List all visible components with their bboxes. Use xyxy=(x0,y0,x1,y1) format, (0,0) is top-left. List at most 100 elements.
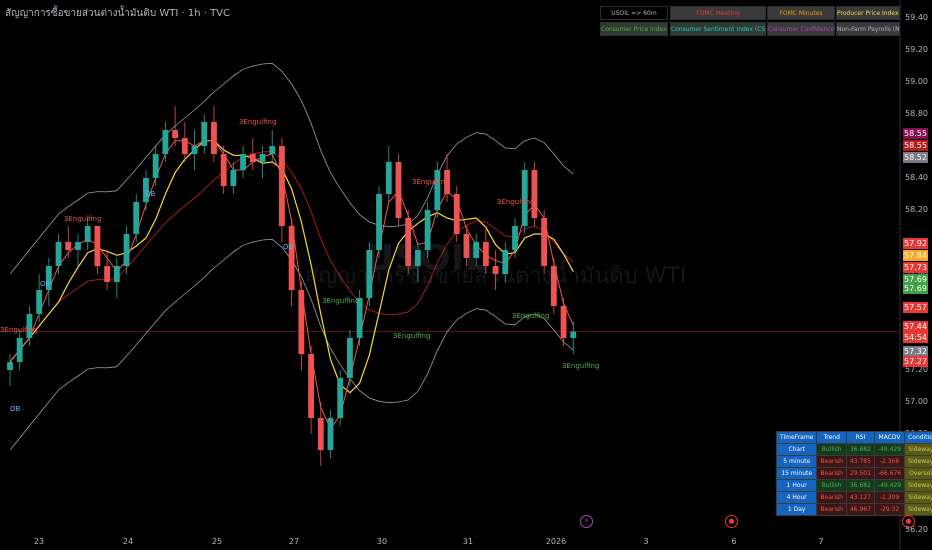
engulfing-pattern-label: 3Engulfing xyxy=(412,178,450,186)
candle-body xyxy=(152,154,159,178)
table-cell: -66.676 xyxy=(873,467,906,480)
table-cell: 29.501 xyxy=(845,467,875,480)
candle-body xyxy=(104,266,111,282)
candle-body xyxy=(259,154,266,162)
price-label: 57.69 xyxy=(903,283,928,294)
table-cell: Sideways xyxy=(904,455,932,468)
time-tick: 23 xyxy=(33,537,45,546)
candle-body xyxy=(395,162,402,218)
candle-body xyxy=(317,418,324,450)
candle-body xyxy=(337,378,344,418)
table-cell: 36.682 xyxy=(845,479,875,492)
table-cell: 4 Hour xyxy=(775,491,818,504)
flag-event-icon-2[interactable]: ● xyxy=(902,515,915,528)
candle-body xyxy=(75,242,81,250)
news-event-box[interactable]: FOMC Meeting xyxy=(670,6,766,20)
time-tick: 7 xyxy=(818,537,824,546)
table-cell: Bearish xyxy=(816,491,847,504)
table-cell: 36.682 xyxy=(845,443,875,456)
news-event-box[interactable]: FOMC Minutes xyxy=(767,6,835,20)
time-tick: 30 xyxy=(376,537,388,546)
candle-body xyxy=(560,306,567,338)
candle-body xyxy=(220,154,227,186)
chart-area[interactable]: สัญญาการซื้อขายส่วนต่างน้ำมันดิบ WTI · 1… xyxy=(0,0,932,550)
candle-body xyxy=(55,242,62,266)
table-cell: Sideways xyxy=(904,443,932,456)
candle-body xyxy=(123,234,130,266)
candle-body xyxy=(279,146,285,226)
table-cell: -29.32 xyxy=(873,503,906,516)
table-cell: Chart xyxy=(775,443,818,456)
table-cell: Sideways xyxy=(904,491,932,504)
news-event-box[interactable]: USOIL => 60m xyxy=(600,6,668,20)
price-tick: 59.20 xyxy=(905,45,928,54)
time-tick: 31 xyxy=(462,537,474,546)
table-cell: Sideways xyxy=(904,479,932,492)
candle-body xyxy=(453,194,460,234)
price-tick: 58.80 xyxy=(905,109,928,118)
table-cell: Bearish xyxy=(816,455,847,468)
time-tick: 27 xyxy=(288,537,300,546)
candle-body xyxy=(347,338,353,378)
candle-body xyxy=(191,146,198,154)
table-header: RSI xyxy=(845,431,875,444)
time-tick: 3 xyxy=(643,537,649,546)
table-row: 1 DayBearish46.967-29.32Sideways xyxy=(775,503,932,516)
price-tick: 59.40 xyxy=(905,13,928,22)
chart-title: สัญญาการซื้อขายส่วนต่างน้ำมันดิบ WTI · 1… xyxy=(5,8,230,19)
engulfing-pattern-label: 3Engulfing xyxy=(64,215,102,223)
news-event-box[interactable]: Consumer Price Index (CPI) xyxy=(600,22,668,36)
order-block-label: OB xyxy=(283,243,294,251)
flag-event-icon[interactable]: ● xyxy=(725,515,738,528)
price-label: 57.44 xyxy=(903,321,928,332)
table-cell: 46.967 xyxy=(845,503,875,516)
table-row: ChartBullish36.682-49.429Sideways xyxy=(775,443,932,456)
price-tick: 59.00 xyxy=(905,77,928,86)
price-tick: 58.20 xyxy=(905,205,928,214)
candle-body xyxy=(240,154,246,170)
price-label: 58.55 xyxy=(903,128,928,139)
engulfing-pattern-label: 3Engulfing xyxy=(239,118,277,126)
candle-body xyxy=(36,290,43,314)
candle-body xyxy=(327,418,334,450)
price-label: 57.73 xyxy=(903,262,928,273)
watermark-name: สัญญาการซื้อขายส่วนต่างน้ำมันดิบ WTI xyxy=(305,264,687,289)
candle-body xyxy=(65,242,72,250)
order-block-label: OB xyxy=(10,405,21,413)
candle-body xyxy=(201,122,208,146)
multi-timeframe-table: TimeFrameTrendRSIMACDVCondition ChartBul… xyxy=(775,431,932,516)
engulfing-pattern-label: 3Engulfing xyxy=(512,312,550,320)
candle-body xyxy=(7,362,13,370)
table-row: 1 HourBullish36.682-49.429Sideways xyxy=(775,479,932,492)
candle-body xyxy=(113,266,120,282)
candle-body xyxy=(249,154,256,162)
time-tick: 25 xyxy=(211,537,223,546)
price-tick: 57.00 xyxy=(905,397,928,406)
price-label: 57.57 xyxy=(903,302,928,313)
candle-body xyxy=(288,226,295,290)
engulfing-pattern-label: 3Engulfing xyxy=(322,297,360,305)
table-header: Condition xyxy=(904,431,932,444)
engulfing-pattern-label: 3Engulfing xyxy=(393,332,431,340)
table-cell: -1.309 xyxy=(873,491,906,504)
table-header: Trend xyxy=(816,431,847,444)
table-header: MACDV xyxy=(873,431,906,444)
candle-body xyxy=(298,290,305,354)
candle-body xyxy=(570,331,577,338)
table-cell: 5 minute xyxy=(775,455,818,468)
candle-body xyxy=(84,226,91,242)
news-event-box[interactable]: Consumer Sentiment Index (CSI) xyxy=(670,22,766,36)
news-event-box[interactable]: Non-Farm Payrolls (NFP) xyxy=(836,22,900,36)
table-cell: -49.429 xyxy=(873,479,906,492)
candle-body xyxy=(133,202,140,234)
table-row: 5 minuteBearish43.785-2.366Sideways xyxy=(775,455,932,468)
candle-body xyxy=(16,338,23,362)
table-row: 4 HourBearish43.127-1.309Sideways xyxy=(775,491,932,504)
table-header: TimeFrame xyxy=(775,431,818,444)
table-cell: Oversold xyxy=(904,467,932,480)
lightning-event-icon[interactable]: ⚡ xyxy=(580,515,593,528)
news-event-box[interactable]: Consumer Confidence Index (CCI) xyxy=(767,22,835,36)
table-cell: Sideways xyxy=(904,503,932,516)
candle-body xyxy=(531,170,538,218)
news-event-box[interactable]: Producer Price Index (PPI) xyxy=(836,6,900,20)
